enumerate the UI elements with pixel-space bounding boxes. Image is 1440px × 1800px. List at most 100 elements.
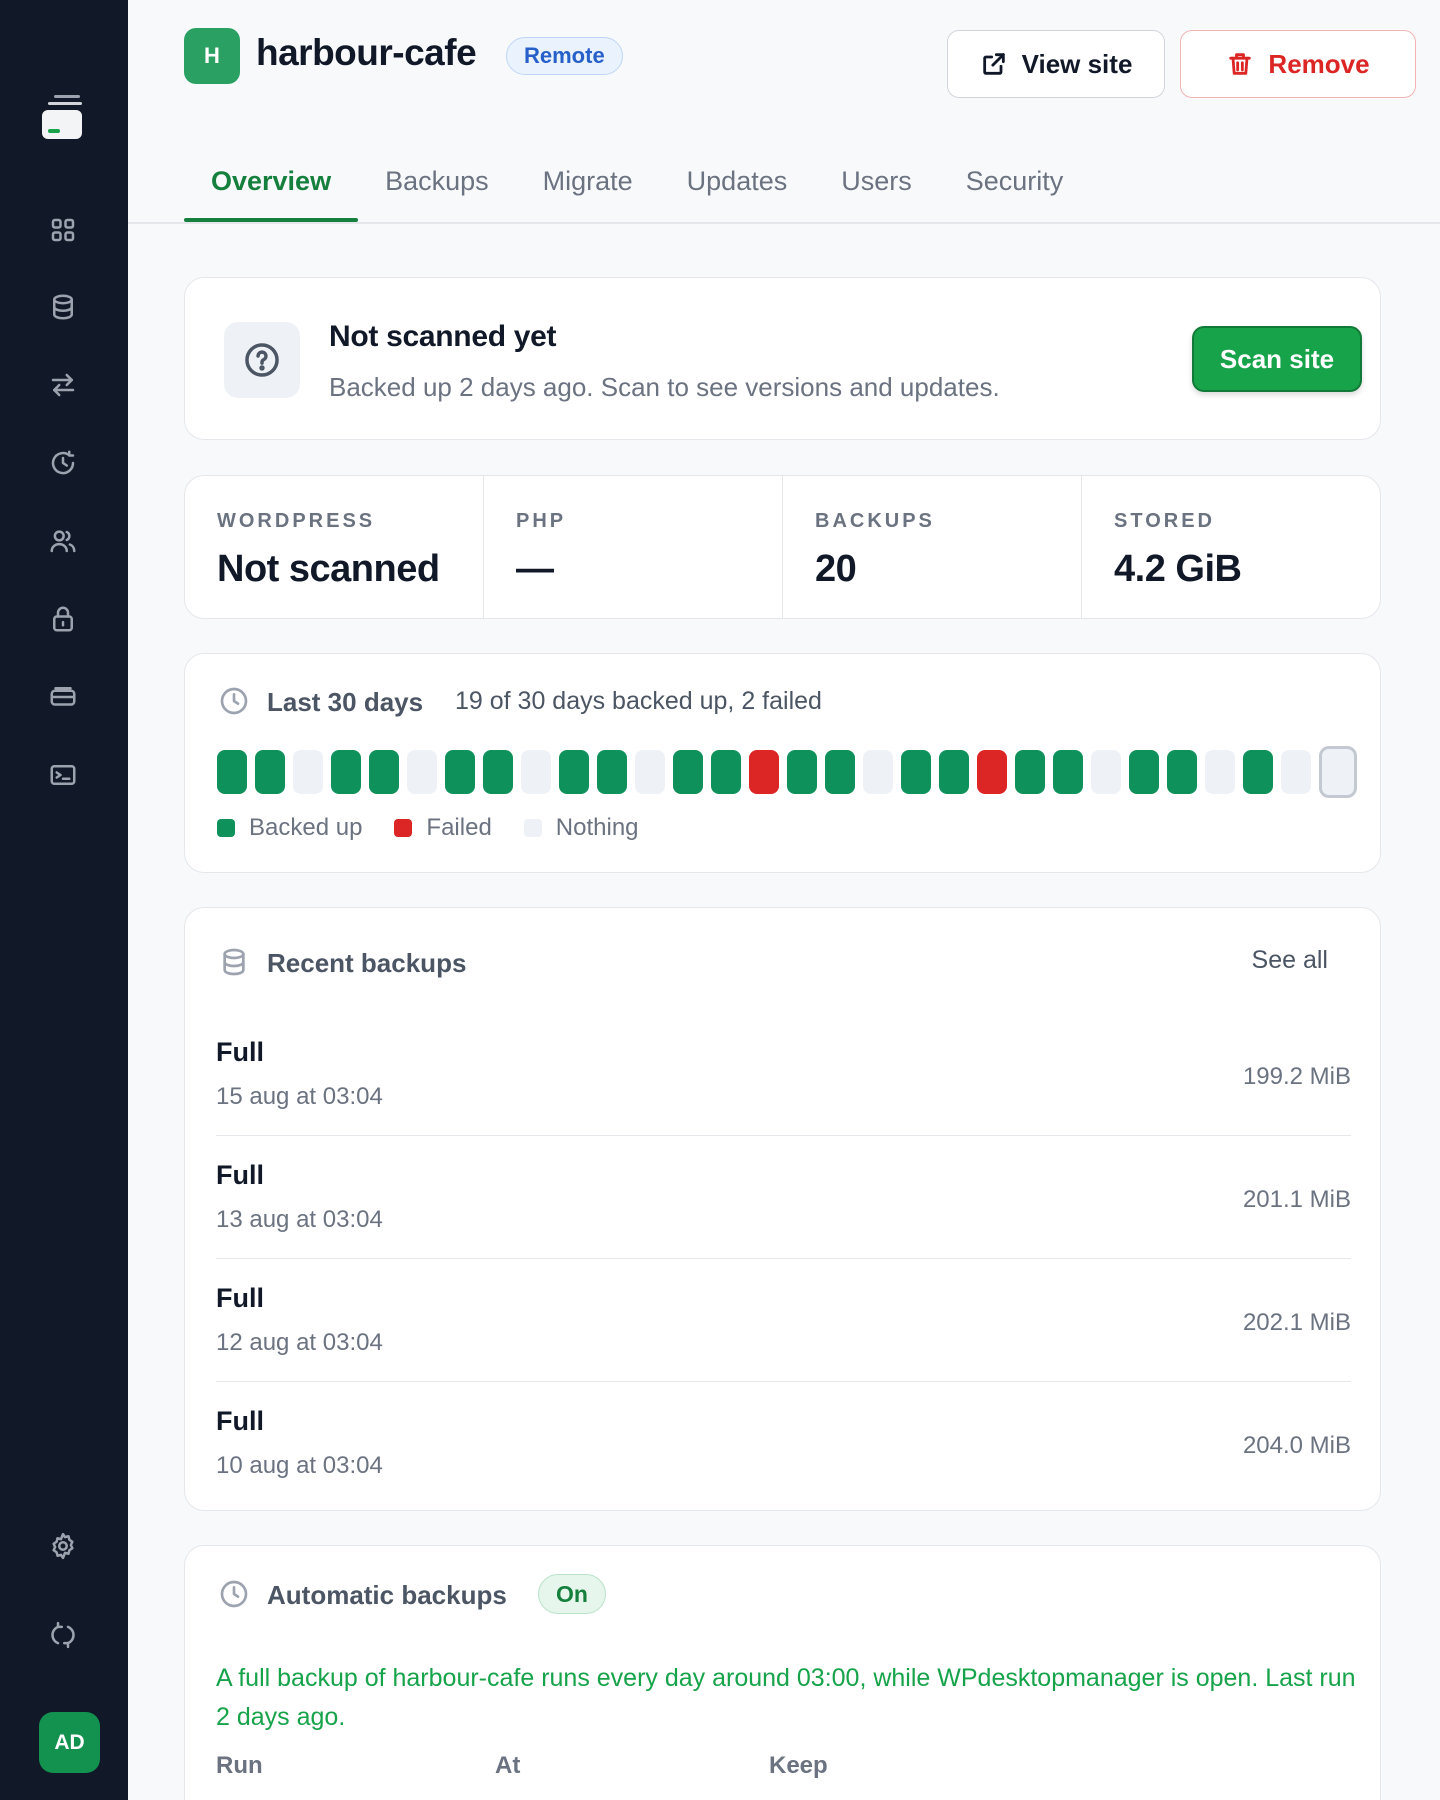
backup-size: 204.0 MiB bbox=[1242, 1432, 1351, 1459]
day-cell-ok[interactable] bbox=[1015, 750, 1045, 794]
backup-type: Full bbox=[216, 1406, 264, 1436]
day-cell-ok[interactable] bbox=[483, 750, 513, 794]
settings-icon[interactable] bbox=[46, 1529, 80, 1563]
legend-failed: Failed bbox=[394, 814, 492, 842]
database-icon bbox=[218, 946, 250, 978]
transfer-icon[interactable] bbox=[46, 368, 80, 402]
scan-site-button[interactable]: Scan site bbox=[1192, 326, 1362, 392]
day-cell-ok[interactable] bbox=[673, 750, 703, 794]
last-30-days-card: Last 30 days 19 of 30 days backed up, 2 … bbox=[184, 653, 1381, 873]
day-cell-ok[interactable] bbox=[939, 750, 969, 794]
clock-icon bbox=[218, 1578, 250, 1610]
day-cell-ok[interactable] bbox=[1167, 750, 1197, 794]
database-icon[interactable] bbox=[46, 290, 80, 324]
day-cell-ok[interactable] bbox=[1053, 750, 1083, 794]
day-cell-none[interactable] bbox=[521, 750, 551, 794]
day-cell-ok[interactable] bbox=[787, 750, 817, 794]
backup-row[interactable]: Full 15 aug at 03:04 199.2 MiB bbox=[216, 1013, 1351, 1136]
stat-label: STORED bbox=[1114, 510, 1215, 532]
schedule-description: A full backup of harbour-cafe runs every… bbox=[216, 1664, 1356, 1731]
stat-value: 20 bbox=[815, 548, 857, 590]
legend-label: Backed up bbox=[249, 814, 363, 841]
day-cell-none[interactable] bbox=[1091, 750, 1121, 794]
tab-overview[interactable]: Overview bbox=[184, 140, 359, 222]
remote-badge: Remote bbox=[506, 37, 623, 75]
day-cell-ok[interactable] bbox=[711, 750, 741, 794]
day-cell-ok[interactable] bbox=[369, 750, 399, 794]
day-cell-ok[interactable] bbox=[255, 750, 285, 794]
legend-swatch bbox=[523, 819, 542, 837]
remove-label: Remove bbox=[1268, 48, 1370, 79]
status-badge[interactable]: On bbox=[538, 1574, 606, 1614]
day-cell-ok[interactable] bbox=[217, 750, 247, 794]
days-title: Last 30 days bbox=[267, 687, 424, 717]
day-cell-none[interactable] bbox=[407, 750, 437, 794]
scan-subtitle: Backed up 2 days ago. Scan to see versio… bbox=[329, 372, 1000, 402]
card-icon[interactable] bbox=[46, 680, 80, 714]
backup-date: 10 aug at 03:04 bbox=[216, 1452, 383, 1479]
day-cell-ok[interactable] bbox=[825, 750, 855, 794]
day-cell-ok[interactable] bbox=[597, 750, 627, 794]
day-cell-ok[interactable] bbox=[1243, 750, 1273, 794]
backup-row[interactable]: Full 13 aug at 03:04 201.1 MiB bbox=[216, 1136, 1351, 1259]
external-link-icon bbox=[982, 53, 1005, 75]
day-cell-fail[interactable] bbox=[749, 750, 779, 794]
stat-backups: BACKUPS 20 bbox=[783, 476, 1082, 618]
trash-icon bbox=[1229, 53, 1252, 75]
backup-row[interactable]: Full 10 aug at 03:04 204.0 MiB bbox=[216, 1382, 1351, 1505]
day-cell-none[interactable] bbox=[635, 750, 665, 794]
tab-bar: Overview Backups Migrate Updates Users S… bbox=[184, 140, 1090, 222]
avatar[interactable]: AD bbox=[39, 1712, 100, 1773]
lock-icon[interactable] bbox=[46, 602, 80, 636]
backup-size: 199.2 MiB bbox=[1242, 1063, 1351, 1090]
backup-type: Full bbox=[216, 1037, 264, 1067]
day-cell-fail[interactable] bbox=[977, 750, 1007, 794]
backup-size: 202.1 MiB bbox=[1242, 1309, 1351, 1336]
clock-icon bbox=[218, 685, 250, 717]
dashboard-icon[interactable] bbox=[46, 213, 80, 247]
legend-backed-up: Backed up bbox=[217, 814, 362, 842]
day-strip bbox=[217, 746, 1357, 798]
stat-label: PHP bbox=[516, 510, 567, 532]
stat-label: BACKUPS bbox=[815, 510, 935, 532]
automatic-backups-card: Automatic backups On A full backup of ha… bbox=[184, 1545, 1381, 1800]
days-summary: 19 of 30 days backed up, 2 failed bbox=[455, 687, 822, 715]
stat-php: PHP — bbox=[484, 476, 783, 618]
day-cell-ok[interactable] bbox=[1129, 750, 1159, 794]
day-cell-ok[interactable] bbox=[331, 750, 361, 794]
tab-updates[interactable]: Updates bbox=[660, 140, 815, 222]
day-cell-today[interactable] bbox=[1319, 746, 1357, 798]
legend-swatch bbox=[394, 819, 413, 837]
day-cell-none[interactable] bbox=[293, 750, 323, 794]
view-site-button[interactable]: View site bbox=[947, 30, 1165, 98]
logo-icon[interactable] bbox=[40, 95, 84, 143]
remove-button[interactable]: Remove bbox=[1180, 30, 1416, 98]
site-initial-badge: H bbox=[184, 28, 240, 84]
backup-date: 15 aug at 03:04 bbox=[216, 1083, 383, 1110]
day-cell-ok[interactable] bbox=[445, 750, 475, 794]
day-cell-ok[interactable] bbox=[559, 750, 589, 794]
day-cell-none[interactable] bbox=[863, 750, 893, 794]
backup-size: 201.1 MiB bbox=[1242, 1186, 1351, 1213]
legend-swatch bbox=[217, 819, 235, 837]
column-header-keep: Keep bbox=[769, 1752, 828, 1779]
recent-backups-card: Recent backups See all Full 15 aug at 03… bbox=[184, 907, 1381, 1511]
tab-security[interactable]: Security bbox=[939, 140, 1091, 222]
users-icon[interactable] bbox=[46, 524, 80, 558]
legend: Backed up Failed Nothing bbox=[217, 814, 671, 842]
legend-nothing: Nothing bbox=[523, 814, 639, 842]
day-cell-none[interactable] bbox=[1205, 750, 1235, 794]
tab-users[interactable]: Users bbox=[814, 140, 939, 222]
history-icon[interactable] bbox=[46, 446, 80, 480]
tab-migrate[interactable]: Migrate bbox=[516, 140, 660, 222]
sync-icon[interactable] bbox=[46, 1618, 80, 1652]
stat-value: — bbox=[516, 548, 554, 590]
automatic-backups-title: Automatic backups bbox=[267, 1580, 507, 1610]
day-cell-ok[interactable] bbox=[901, 750, 931, 794]
tab-backups[interactable]: Backups bbox=[358, 140, 516, 222]
day-cell-none[interactable] bbox=[1281, 750, 1311, 794]
backup-type: Full bbox=[216, 1283, 264, 1313]
backup-row[interactable]: Full 12 aug at 03:04 202.1 MiB bbox=[216, 1259, 1351, 1382]
see-all-link[interactable]: See all bbox=[1252, 946, 1328, 975]
terminal-icon[interactable] bbox=[46, 758, 80, 792]
